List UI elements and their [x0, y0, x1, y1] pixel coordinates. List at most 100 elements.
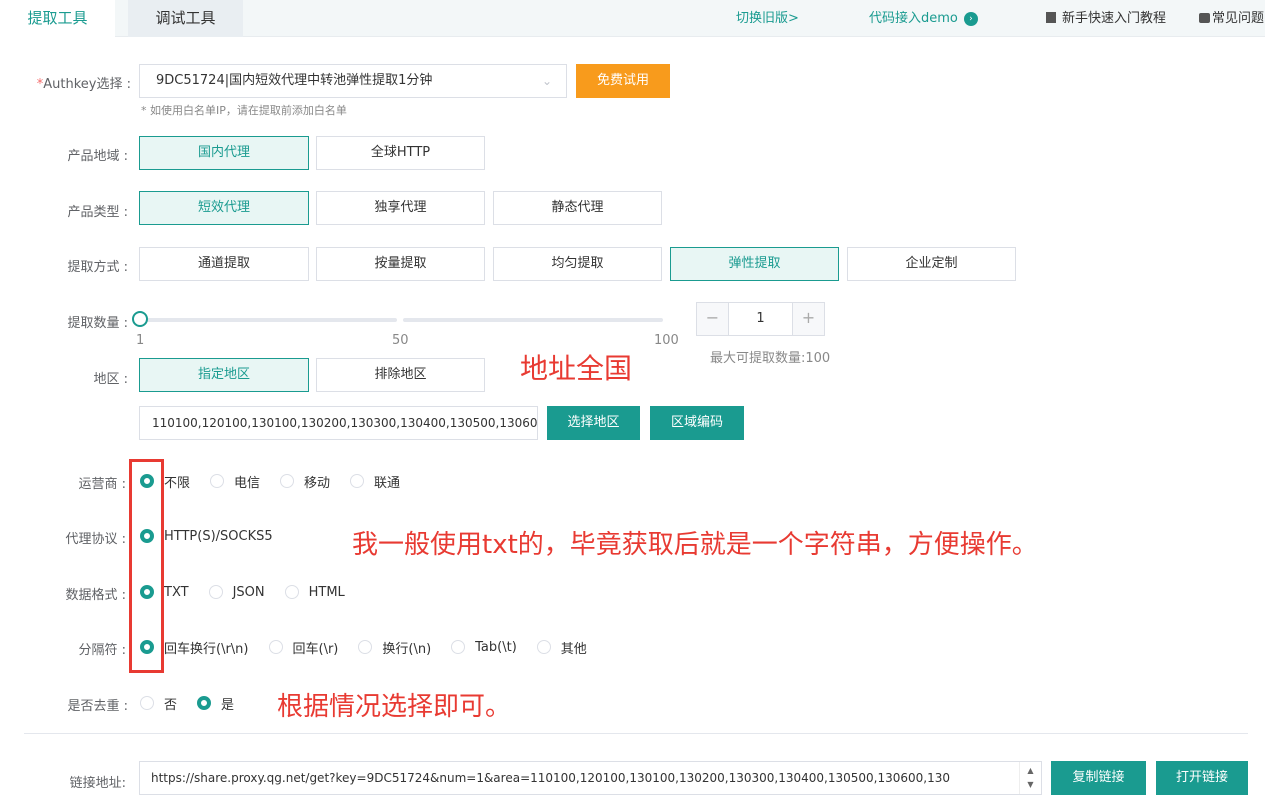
decrement-button[interactable]: − — [697, 303, 729, 335]
radio-label: 移动 — [304, 475, 331, 491]
radio-dot — [208, 585, 223, 599]
code-demo-link[interactable]: 代码接入demo › — [869, 0, 978, 37]
tab-extract-tool[interactable]: 提取工具 — [0, 0, 115, 37]
radio-label: 回车换行(\r\n) — [164, 641, 249, 657]
option-specified-area[interactable]: 指定地区 — [139, 358, 309, 392]
region-type-label: 产品地域 : — [67, 149, 128, 164]
scroll-spinner[interactable]: ▲ ▼ — [1019, 762, 1041, 794]
radio-label: 联通 — [374, 475, 401, 491]
radio-label: HTTP(S)/SOCKS5 — [164, 528, 273, 544]
book-icon — [1046, 12, 1056, 23]
radio-label: 其他 — [560, 641, 587, 657]
max-quantity-note: 最大可提取数量:100 — [710, 351, 831, 366]
slider-tick-max: 100 — [654, 333, 679, 348]
free-trial-button[interactable]: 免费试用 — [576, 64, 670, 98]
option-enterprise-custom[interactable]: 企业定制 — [847, 247, 1016, 281]
option-domestic-proxy[interactable]: 国内代理 — [139, 136, 309, 170]
radio-carrier-mobile[interactable]: 移动 — [280, 472, 330, 491]
radio-carrier-telecom[interactable]: 电信 — [210, 472, 260, 491]
option-exclusive-proxy[interactable]: 独享代理 — [316, 191, 485, 225]
chevron-down-icon: ⌄ — [541, 74, 552, 88]
whitelist-hint: * 如使用白名单IP，请在提取前添加白名单 — [141, 104, 347, 117]
option-elastic-extract[interactable]: 弹性提取 — [670, 247, 839, 281]
annotation-format-note: 我一般使用txt的，毕竟获取后就是一个字符串，方便操作。 — [352, 530, 1038, 560]
radio-label: 回车(\r) — [292, 641, 339, 657]
tutorial-link[interactable]: 新手快速入门教程 — [1046, 0, 1166, 37]
chat-bubble-icon — [1199, 13, 1210, 23]
slider-tick-mid: 50 — [392, 333, 409, 348]
authkey-label: *Authkey选择 : — [37, 73, 131, 92]
carrier-label: 运营商 : — [78, 477, 126, 492]
annotation-area-note: 地址全国 — [520, 352, 633, 385]
radio-label: TXT — [164, 584, 189, 600]
radio-dot — [358, 640, 373, 654]
quantity-slider-handle[interactable] — [132, 311, 148, 327]
authkey-selected-value: 9DC51724|国内短效代理中转池弹性提取1分钟 — [156, 73, 433, 88]
radio-label: Tab(\t) — [475, 639, 517, 655]
option-even-extract[interactable]: 均匀提取 — [493, 247, 662, 281]
annotation-highlight-box — [129, 459, 164, 673]
area-code-button[interactable]: 区域编码 — [650, 406, 744, 440]
radio-dot — [536, 640, 551, 654]
link-url-text: https://share.proxy.qg.net/get?key=9DC51… — [151, 771, 951, 785]
chevron-down-icon[interactable]: ▼ — [1020, 778, 1041, 792]
radio-label: 换行(\n) — [382, 641, 432, 657]
extract-mode-label: 提取方式 : — [67, 260, 128, 275]
open-link-button[interactable]: 打开链接 — [1156, 761, 1248, 795]
radio-label: 否 — [164, 697, 178, 713]
code-demo-label: 代码接入demo — [869, 11, 958, 26]
annotation-dedupe-note: 根据情况选择即可。 — [277, 692, 512, 722]
quantity-stepper: − 1 + — [696, 302, 825, 336]
radio-format-html[interactable]: HTML — [284, 584, 345, 600]
radio-label: 电信 — [234, 475, 261, 491]
radio-dot — [197, 696, 212, 710]
radio-format-json[interactable]: JSON — [208, 584, 265, 600]
radio-dot — [268, 640, 283, 654]
quantity-slider-track[interactable] — [139, 318, 397, 322]
copy-link-button[interactable]: 复制链接 — [1051, 761, 1146, 795]
quantity-input[interactable]: 1 — [729, 303, 792, 335]
option-excluded-area[interactable]: 排除地区 — [316, 358, 485, 392]
faq-link[interactable]: 常见问题 — [1199, 0, 1264, 37]
section-divider — [24, 733, 1248, 734]
radio-dot — [140, 696, 154, 710]
link-url-field[interactable]: https://share.proxy.qg.net/get?key=9DC51… — [139, 761, 1042, 795]
radio-dot — [284, 585, 299, 599]
tab-debug-tool[interactable]: 调试工具 — [128, 0, 243, 37]
top-tab-bar: 提取工具 调试工具 切换旧版> 代码接入demo › 新手快速入门教程 常见问题 — [0, 0, 1265, 37]
authkey-label-text: Authkey选择 : — [43, 77, 131, 92]
radio-carrier-unicom[interactable]: 联通 — [350, 472, 400, 491]
switch-old-version-link[interactable]: 切换旧版> — [736, 0, 799, 37]
radio-dedupe-no[interactable]: 否 — [140, 694, 177, 713]
radio-label: HTML — [308, 584, 345, 600]
radio-label: JSON — [232, 584, 265, 600]
slider-tick-min: 1 — [136, 333, 145, 348]
option-channel-extract[interactable]: 通道提取 — [139, 247, 309, 281]
product-type-label: 产品类型 : — [67, 205, 128, 220]
radio-dot — [210, 474, 225, 488]
radio-label: 是 — [221, 697, 235, 713]
radio-dedupe-yes[interactable]: 是 — [197, 694, 234, 713]
quantity-slider-track-right[interactable] — [403, 318, 663, 322]
option-static-proxy[interactable]: 静态代理 — [493, 191, 662, 225]
radio-separator-other[interactable]: 其他 — [536, 638, 587, 657]
link-label: 链接地址: — [69, 776, 126, 791]
radio-separator-lf[interactable]: 换行(\n) — [358, 638, 431, 657]
increment-button[interactable]: + — [792, 303, 824, 335]
authkey-select[interactable]: 9DC51724|国内短效代理中转池弹性提取1分钟 ⌄ — [139, 64, 567, 98]
option-volume-extract[interactable]: 按量提取 — [316, 247, 485, 281]
faq-label: 常见问题 — [1212, 11, 1265, 26]
option-short-proxy[interactable]: 短效代理 — [139, 191, 309, 225]
radio-dot — [350, 474, 365, 488]
radio-separator-cr[interactable]: 回车(\r) — [268, 638, 339, 657]
tutorial-label: 新手快速入门教程 — [1062, 11, 1167, 26]
radio-separator-tab[interactable]: Tab(\t) — [451, 640, 517, 655]
select-area-button[interactable]: 选择地区 — [547, 406, 640, 440]
carrier-radio-group: 不限 电信 移动 联通 — [140, 471, 420, 491]
option-global-http[interactable]: 全球HTTP — [316, 136, 485, 170]
area-label: 地区 : — [93, 372, 128, 387]
separator-radio-group: 回车换行(\r\n) 回车(\r) 换行(\n) Tab(\t) 其他 — [140, 637, 607, 657]
dedupe-label: 是否去重 : — [67, 699, 128, 714]
area-codes-input[interactable]: 110100,120100,130100,130200,130300,13040… — [139, 406, 538, 440]
chevron-up-icon[interactable]: ▲ — [1020, 764, 1041, 778]
